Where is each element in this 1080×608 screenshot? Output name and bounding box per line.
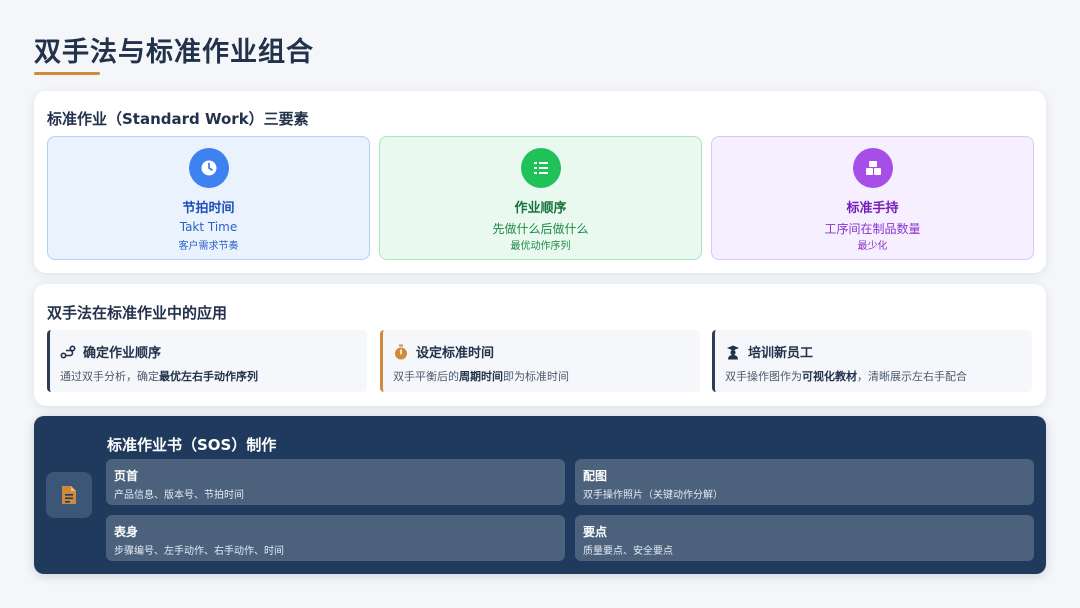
element-subtitle: Takt Time bbox=[179, 220, 238, 234]
application-title: 确定作业顺序 bbox=[83, 346, 162, 361]
sos-cell-title: 要点 bbox=[583, 525, 608, 539]
element-name: 节拍时间 bbox=[182, 201, 235, 216]
application-item: 设定标准时间 双手平衡后的周期时间即为标准时间 bbox=[380, 330, 700, 392]
sos-cell-header: 页首 产品信息、版本号、节拍时间 bbox=[106, 459, 565, 505]
sos-cell-desc: 质量要点、安全要点 bbox=[583, 546, 673, 557]
application-desc: 通过双手分析，确定最优左右手动作序列 bbox=[60, 370, 258, 383]
sos-cell-key-points: 要点 质量要点、安全要点 bbox=[575, 515, 1034, 561]
sos-cell-body: 表身 步骤编号、左手动作、右手动作、时间 bbox=[106, 515, 565, 561]
sos-cell-title: 配图 bbox=[583, 469, 608, 483]
route-icon bbox=[60, 344, 76, 360]
sos-cell-photo: 配图 双手操作照片（关键动作分解） bbox=[575, 459, 1034, 505]
element-subtitle: 工序间在制品数量 bbox=[824, 222, 921, 236]
element-subtitle: 先做什么后做什么 bbox=[492, 222, 589, 236]
element-name: 作业顺序 bbox=[514, 201, 567, 216]
element-standard-wip: 标准手持 工序间在制品数量 最少化 bbox=[711, 136, 1034, 260]
list-ordered-icon bbox=[520, 148, 561, 188]
sos-cell-desc: 步骤编号、左手动作、右手动作、时间 bbox=[114, 546, 284, 557]
application-desc: 双手操作图作为可视化教材，清晰展示左右手配合 bbox=[725, 370, 967, 383]
slide-title: 双手法与标准作业组合 bbox=[34, 37, 314, 68]
standard-work-card: 标准作业（Standard Work）三要素 节拍时间 Takt Time 客户… bbox=[34, 91, 1046, 273]
sos-panel: 标准作业书（SOS）制作 页首 产品信息、版本号、节拍时间 配图 双手操作照片（… bbox=[34, 416, 1046, 574]
element-name: 标准手持 bbox=[846, 201, 899, 216]
application-title: 设定标准时间 bbox=[416, 346, 495, 361]
application-title: 培训新员工 bbox=[748, 346, 814, 361]
boxes-icon bbox=[852, 148, 893, 188]
sos-cell-title: 表身 bbox=[114, 525, 139, 539]
element-work-sequence: 作业顺序 先做什么后做什么 最优动作序列 bbox=[379, 136, 702, 260]
application-item: 培训新员工 双手操作图作为可视化教材，清晰展示左右手配合 bbox=[712, 330, 1032, 392]
stopwatch-icon bbox=[393, 344, 409, 360]
element-note: 最少化 bbox=[857, 241, 888, 252]
title-underline bbox=[34, 72, 100, 75]
element-takt-time: 节拍时间 Takt Time 客户需求节奏 bbox=[47, 136, 370, 260]
application-desc: 双手平衡后的周期时间即为标准时间 bbox=[393, 370, 569, 383]
standard-work-heading: 标准作业（Standard Work）三要素 bbox=[47, 110, 309, 128]
sos-heading: 标准作业书（SOS）制作 bbox=[107, 436, 277, 454]
document-icon bbox=[46, 472, 92, 518]
applications-heading: 双手法在标准作业中的应用 bbox=[47, 304, 228, 322]
teacher-icon bbox=[725, 344, 741, 360]
sos-cell-desc: 产品信息、版本号、节拍时间 bbox=[114, 490, 244, 501]
clock-icon bbox=[188, 148, 229, 188]
sos-cell-desc: 双手操作照片（关键动作分解） bbox=[583, 490, 723, 501]
sos-cell-title: 页首 bbox=[114, 469, 139, 483]
application-item: 确定作业顺序 通过双手分析，确定最优左右手动作序列 bbox=[47, 330, 367, 392]
element-note: 客户需求节奏 bbox=[178, 241, 239, 252]
applications-card: 双手法在标准作业中的应用 确定作业顺序 通过双手分析，确定最优左右手动作序列 设… bbox=[34, 284, 1046, 406]
element-note: 最优动作序列 bbox=[510, 241, 571, 252]
